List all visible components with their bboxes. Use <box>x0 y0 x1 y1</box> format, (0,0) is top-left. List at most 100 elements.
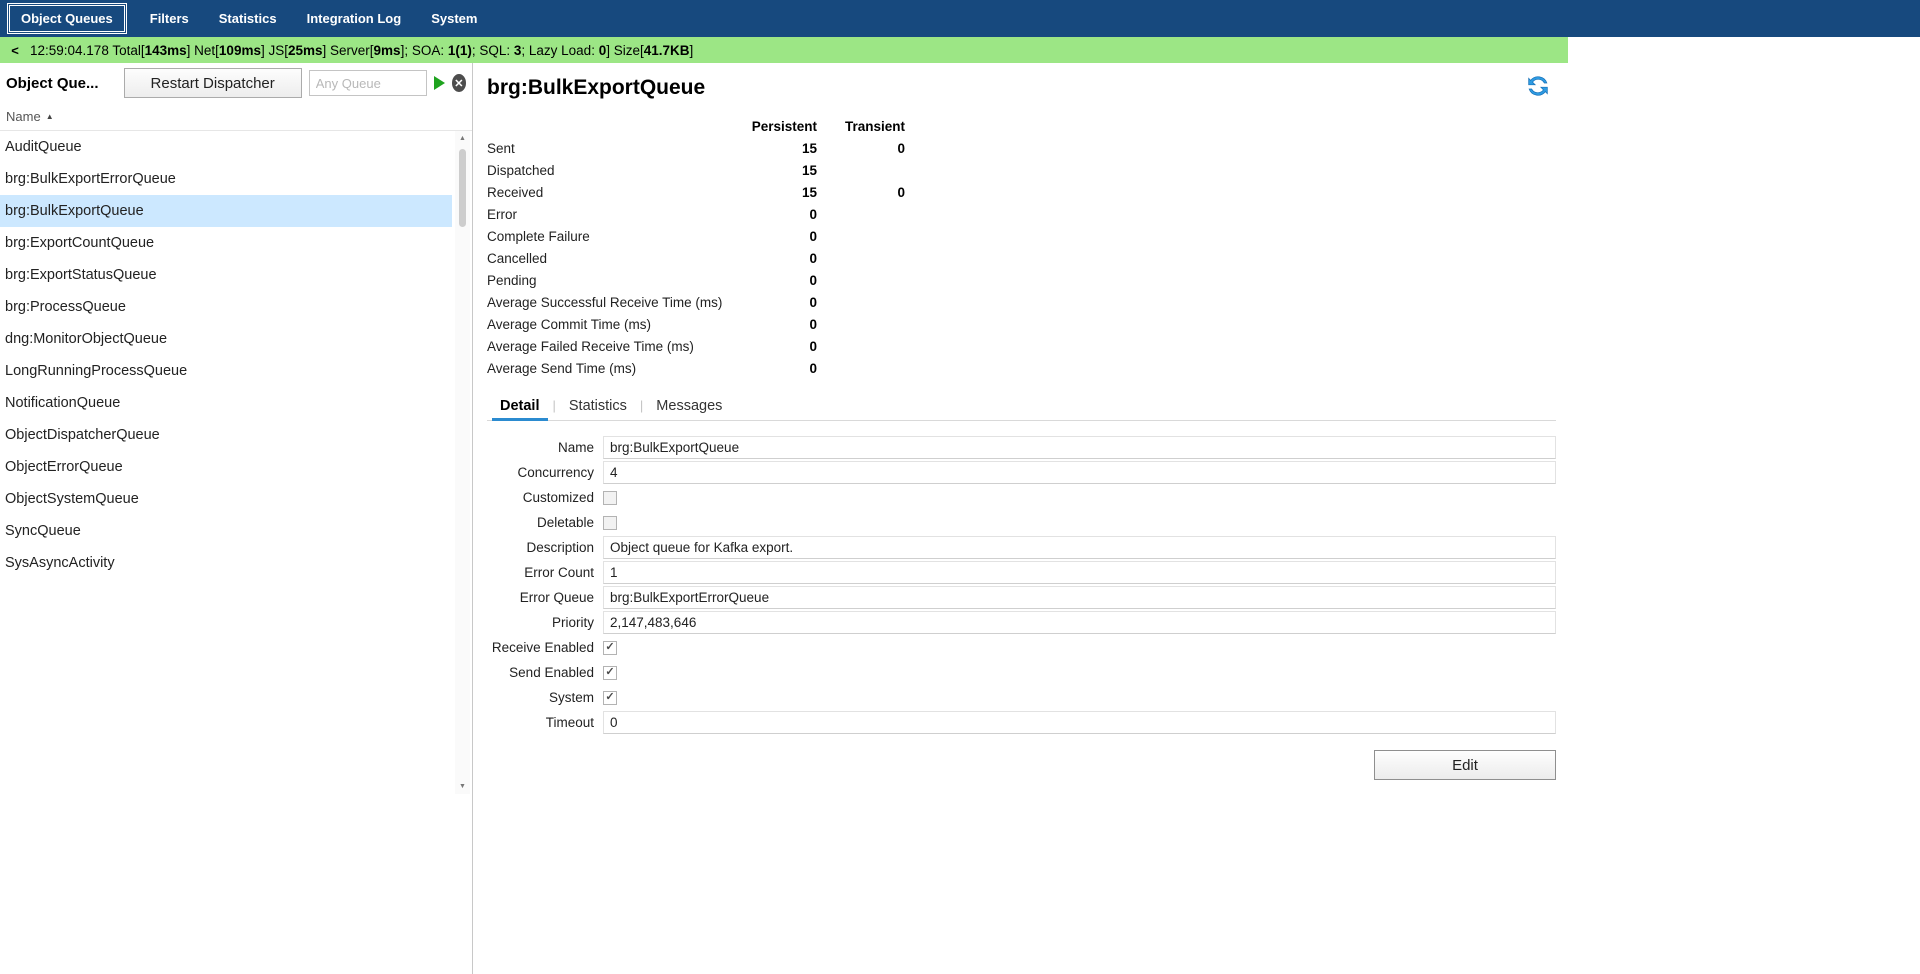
stat-value-persistent: 0 <box>737 295 817 310</box>
field-timeout-input[interactable] <box>603 711 1556 734</box>
stat-row: Average Failed Receive Time (ms)0 <box>487 335 1556 357</box>
stat-row: Sent150 <box>487 137 1556 159</box>
name-column-label: Name <box>6 109 41 124</box>
stat-label: Pending <box>487 273 737 288</box>
stat-value-persistent: 0 <box>737 273 817 288</box>
queue-list-item[interactable]: SysAsyncActivity <box>0 547 452 579</box>
nav-item-system[interactable]: System <box>420 6 488 31</box>
status-segment: 12:59:04.178 Total[ <box>30 43 145 58</box>
nav-item-statistics[interactable]: Statistics <box>208 6 288 31</box>
queue-detail-form: NameConcurrencyCustomizedDeletableDescri… <box>487 436 1556 734</box>
queue-list-panel: Object Que... Restart Dispatcher ✕ Name … <box>0 63 473 974</box>
queue-panel-header: Object Que... Restart Dispatcher ✕ <box>0 63 472 103</box>
name-column-header[interactable]: Name ▲ <box>0 103 472 131</box>
form-row: Name <box>487 436 1556 459</box>
field-label-customized: Customized <box>487 490 603 505</box>
stat-row: Average Successful Receive Time (ms)0 <box>487 291 1556 313</box>
app-root: Object Queues Filters Statistics Integratio… <box>0 0 1920 974</box>
tab-detail[interactable]: Detail <box>487 394 553 420</box>
queue-list-item[interactable]: LongRunningProcessQueue <box>0 355 452 387</box>
field-priority-input[interactable] <box>603 611 1556 634</box>
queue-list-item[interactable]: brg:BulkExportErrorQueue <box>0 163 452 195</box>
queue-list-item[interactable]: brg:ExportStatusQueue <box>0 259 452 291</box>
queue-list-item[interactable]: dng:MonitorObjectQueue <box>0 323 452 355</box>
form-row: Customized <box>487 486 1556 509</box>
field-deletable-checkbox[interactable] <box>603 516 617 530</box>
edit-button[interactable]: Edit <box>1374 750 1556 780</box>
refresh-icon[interactable] <box>1524 72 1552 105</box>
field-error-queue-input[interactable] <box>603 586 1556 609</box>
stat-label: Dispatched <box>487 163 737 178</box>
run-filter-icon[interactable] <box>434 76 445 90</box>
restart-dispatcher-button[interactable]: Restart Dispatcher <box>124 68 302 98</box>
queue-list-item[interactable]: brg:ProcessQueue <box>0 291 452 323</box>
stat-label: Average Send Time (ms) <box>487 361 737 376</box>
nav-item-object-queues[interactable]: Object Queues <box>9 5 125 32</box>
queue-filter-input[interactable] <box>309 70 427 96</box>
field-label-error-queue: Error Queue <box>487 590 603 605</box>
status-segment: ] <box>690 43 694 58</box>
queue-list-item[interactable]: AuditQueue <box>0 131 452 163</box>
field-send-enabled-checkbox[interactable]: ✓ <box>603 666 617 680</box>
queue-list-item[interactable]: brg:BulkExportQueue <box>0 195 452 227</box>
queue-detail-panel: brg:BulkExportQueue Persistent Transient… <box>473 63 1568 974</box>
status-segment: 1(1) <box>448 43 472 58</box>
stat-label: Received <box>487 185 737 200</box>
field-label-receive-enabled: Receive Enabled <box>487 640 603 655</box>
tab-messages[interactable]: Messages <box>643 394 735 420</box>
stat-label: Sent <box>487 141 737 156</box>
queue-list-item[interactable]: brg:ExportCountQueue <box>0 227 452 259</box>
perf-status-text: 12:59:04.178 Total[143ms] Net[109ms] JS[… <box>30 43 693 58</box>
field-receive-enabled-checkbox[interactable]: ✓ <box>603 641 617 655</box>
form-row: Concurrency <box>487 461 1556 484</box>
nav-item-filters[interactable]: Filters <box>139 6 200 31</box>
stat-value-transient: 0 <box>817 141 905 156</box>
stat-value-persistent: 15 <box>737 163 817 178</box>
field-label-timeout: Timeout <box>487 715 603 730</box>
stats-column-transient: Transient <box>817 119 905 134</box>
stats-rows: Sent150Dispatched15Received150Error0Comp… <box>487 137 1556 379</box>
field-label-send-enabled: Send Enabled <box>487 665 603 680</box>
queue-list-item[interactable]: NotificationQueue <box>0 387 452 419</box>
field-name-input[interactable] <box>603 436 1556 459</box>
field-label-priority: Priority <box>487 615 603 630</box>
field-label-description: Description <box>487 540 603 555</box>
queue-list-item[interactable]: ObjectSystemQueue <box>0 483 452 515</box>
form-row: Error Queue <box>487 586 1556 609</box>
status-segment: ; SQL: <box>472 43 514 58</box>
scroll-down-icon[interactable]: ▼ <box>455 779 470 794</box>
left-panel-scrollbar[interactable]: ▲ ▼ <box>455 131 470 794</box>
top-nav: Object Queues Filters Statistics Integratio… <box>0 0 1920 37</box>
field-description-input[interactable] <box>603 536 1556 559</box>
stat-row: Pending0 <box>487 269 1556 291</box>
stat-row: Average Commit Time (ms)0 <box>487 313 1556 335</box>
perf-status-bar: < 12:59:04.178 Total[143ms] Net[109ms] J… <box>0 37 1568 63</box>
stat-label: Error <box>487 207 737 222</box>
stat-row: Cancelled0 <box>487 247 1556 269</box>
nav-item-integration-log[interactable]: Integration Log <box>296 6 413 31</box>
page-title: brg:BulkExportQueue <box>487 63 1556 100</box>
status-segment: 25ms <box>288 43 323 58</box>
status-segment: ] JS[ <box>261 43 288 58</box>
status-segment: ] Server[ <box>323 43 374 58</box>
stats-header-row: Persistent Transient <box>487 115 1556 137</box>
stat-label: Average Failed Receive Time (ms) <box>487 339 737 354</box>
stat-label: Complete Failure <box>487 229 737 244</box>
collapse-arrow-icon[interactable]: < <box>0 43 30 58</box>
form-actions: Edit <box>487 750 1556 780</box>
field-error-count-input[interactable] <box>603 561 1556 584</box>
field-system-checkbox[interactable]: ✓ <box>603 691 617 705</box>
queue-list-item[interactable]: ObjectDispatcherQueue <box>0 419 452 451</box>
field-customized-checkbox[interactable] <box>603 491 617 505</box>
field-label-concurrency: Concurrency <box>487 465 603 480</box>
field-concurrency-input[interactable] <box>603 461 1556 484</box>
queue-list-item[interactable]: ObjectErrorQueue <box>0 451 452 483</box>
tab-statistics[interactable]: Statistics <box>556 394 640 420</box>
scrollbar-thumb[interactable] <box>459 149 466 227</box>
field-label-name: Name <box>487 440 603 455</box>
clear-filter-icon[interactable]: ✕ <box>452 74 466 92</box>
status-segment: 143ms <box>145 43 187 58</box>
scroll-up-icon[interactable]: ▲ <box>455 131 470 146</box>
form-row: Error Count <box>487 561 1556 584</box>
queue-list-item[interactable]: SyncQueue <box>0 515 452 547</box>
